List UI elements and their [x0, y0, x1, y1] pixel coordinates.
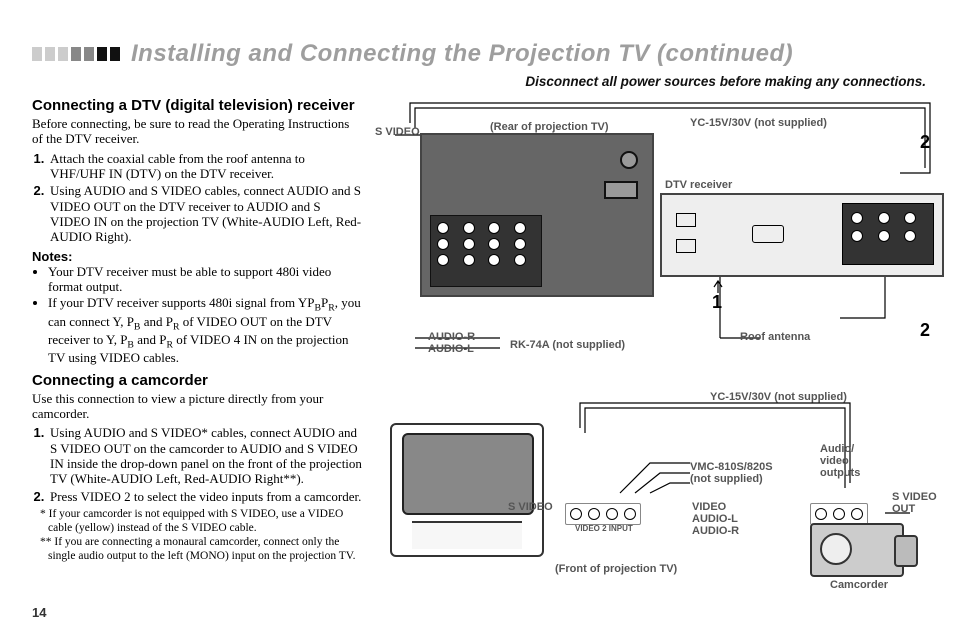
- label-av-stack: VIDEO AUDIO-L AUDIO-R: [692, 501, 739, 537]
- label-roof: Roof antenna: [740, 331, 810, 343]
- header-logo: [32, 47, 121, 61]
- dtv-receiver: [660, 193, 944, 277]
- section2-step1: Using AUDIO and S VIDEO* cables, connect…: [48, 425, 362, 486]
- page-title: Installing and Connecting the Projection…: [131, 40, 793, 68]
- notes-heading: Notes:: [32, 249, 362, 264]
- projection-tv-front: [390, 423, 544, 557]
- camcorder-av-jacks: [810, 503, 868, 525]
- section1-heading: Connecting a DTV (digital television) re…: [32, 97, 362, 114]
- label-front: (Front of projection TV): [555, 563, 677, 575]
- front-input-panel: [565, 503, 641, 525]
- label-svideo-out: S VIDEO OUT: [892, 491, 937, 515]
- note1: Your DTV receiver must be able to suppor…: [48, 264, 362, 295]
- warning-text: Disconnect all power sources before maki…: [32, 74, 926, 89]
- label-audio-l: AUDIO-L: [428, 343, 474, 355]
- section1-step2: Using AUDIO and S VIDEO cables, connect …: [48, 183, 362, 244]
- label-camcorder: Camcorder: [830, 579, 888, 591]
- section2-intro: Use this connection to view a picture di…: [32, 391, 362, 422]
- label-svideo-lower: S VIDEO: [508, 501, 553, 513]
- label-video2-input: VIDEO 2 INPUT: [575, 525, 633, 534]
- section2-step2: Press VIDEO 2 to select the video inputs…: [48, 489, 362, 504]
- section1-intro: Before connecting, be sure to read the O…: [32, 116, 362, 147]
- connection-diagrams: S VIDEO (Rear of projection TV) YC-15V/3…: [380, 93, 926, 613]
- footnote1: * If your camcorder is not equipped with…: [32, 508, 362, 535]
- label-svideo-upper: S VIDEO: [375, 126, 420, 138]
- callout-1: 1: [712, 293, 722, 313]
- label-yc-lower: YC-15V/30V (not supplied): [710, 391, 847, 403]
- section2-heading: Connecting a camcorder: [32, 372, 362, 389]
- callout-2-upper: 2: [920, 133, 930, 153]
- label-av-outputs: Audio/ video outputs: [820, 443, 860, 479]
- label-yc-upper: YC-15V/30V (not supplied): [690, 117, 827, 129]
- label-audio-r: AUDIO-R: [428, 331, 475, 343]
- label-rear: (Rear of projection TV): [490, 121, 609, 133]
- camcorder: [810, 523, 904, 577]
- label-dtv: DTV receiver: [665, 179, 732, 191]
- projection-tv-rear: [420, 133, 654, 297]
- section1-step1: Attach the coaxial cable from the roof a…: [48, 151, 362, 182]
- note2: If your DTV receiver supports 480i signa…: [48, 295, 362, 365]
- page-number: 14: [32, 605, 46, 620]
- footnote2: ** If you are connecting a monaural camc…: [32, 536, 362, 563]
- label-rk: RK-74A (not supplied): [510, 339, 625, 351]
- label-vmc: VMC-810S/820S (not supplied): [690, 461, 773, 485]
- callout-2-lower: 2: [920, 321, 930, 341]
